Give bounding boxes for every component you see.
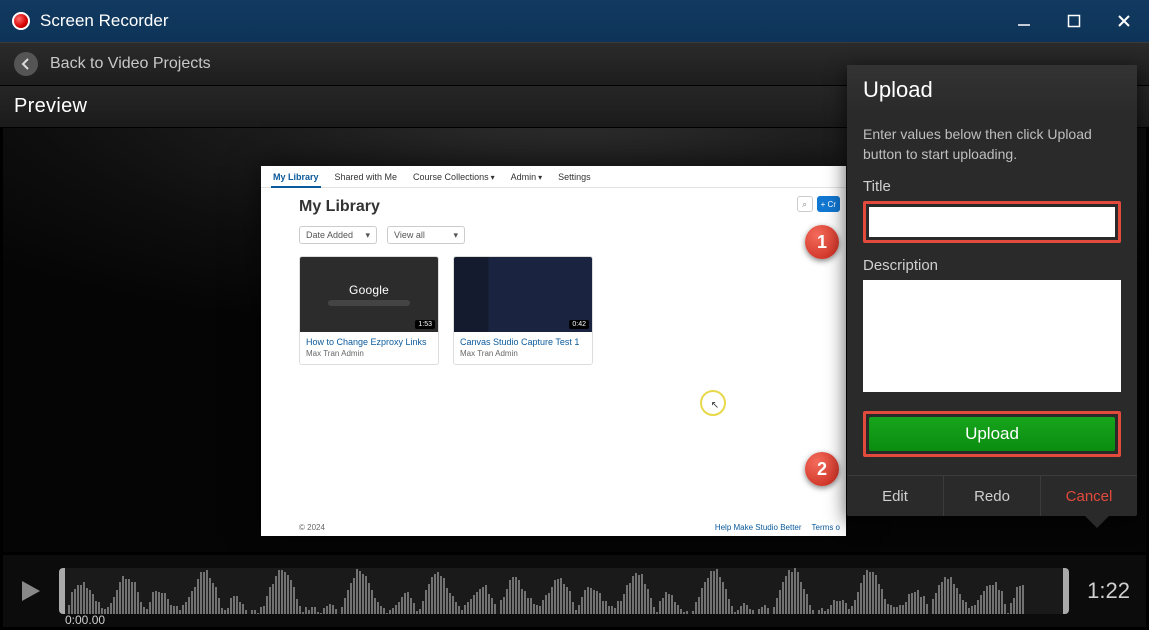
canvas-footer-link: Help Make Studio Better	[715, 523, 802, 532]
step-badge-1: 1	[805, 225, 839, 259]
upload-button-highlight: Upload	[863, 411, 1121, 457]
canvas-copyright: © 2024	[299, 523, 325, 532]
title-label: Title	[863, 178, 1121, 195]
video-author: Max Tran Admin	[454, 349, 592, 364]
video-card: 0:42 Canvas Studio Capture Test 1 Max Tr…	[453, 256, 593, 365]
upload-help-text: Enter values below then click Upload but…	[863, 125, 1121, 164]
video-thumbnail: 0:42	[454, 257, 592, 332]
duration-badge: 1:53	[415, 320, 435, 329]
app-title: Screen Recorder	[40, 11, 169, 31]
duration-badge: 0:42	[569, 320, 589, 329]
view-select: View all▾	[387, 226, 465, 244]
create-button: + Cr	[817, 196, 840, 212]
description-label: Description	[863, 257, 1121, 274]
redo-button[interactable]: Redo	[943, 476, 1040, 516]
upload-heading: Upload	[847, 65, 1137, 115]
cancel-button[interactable]: Cancel	[1040, 476, 1137, 516]
preview-heading: Preview	[14, 95, 87, 118]
playhead-time: 0:00.00	[65, 613, 105, 627]
video-title: How to Change Ezproxy Links	[300, 332, 438, 349]
window-maximize-button[interactable]	[1049, 0, 1099, 42]
video-thumbnail: Google 1:53	[300, 257, 438, 332]
record-icon	[12, 12, 30, 30]
window-close-button[interactable]	[1099, 0, 1149, 42]
play-button[interactable]	[13, 574, 47, 608]
chevron-down-icon: ▾	[453, 230, 458, 241]
canvas-nav-shared: Shared with Me	[335, 172, 398, 182]
titlebar: Screen Recorder	[0, 0, 1149, 42]
panel-pointer-icon	[1083, 514, 1111, 528]
edit-button[interactable]: Edit	[847, 476, 943, 516]
video-title: Canvas Studio Capture Test 1	[454, 332, 592, 349]
upload-panel: Upload Enter values below then click Upl…	[847, 65, 1137, 516]
recording-preview: My Library Shared with Me Course Collect…	[261, 166, 846, 536]
video-card: Google 1:53 How to Change Ezproxy Links …	[299, 256, 439, 365]
search-icon: ⌕	[797, 196, 813, 212]
title-highlight	[863, 201, 1121, 243]
canvas-nav-my-library: My Library	[273, 172, 319, 182]
upload-button[interactable]: Upload	[869, 417, 1115, 451]
total-duration: 1:22	[1087, 578, 1130, 604]
canvas-nav-admin: Admin▾	[511, 172, 543, 182]
chevron-down-icon: ▾	[365, 230, 370, 241]
canvas-footer-link: Terms o	[812, 523, 840, 532]
sort-select: Date Added▾	[299, 226, 377, 244]
window-minimize-button[interactable]	[999, 0, 1049, 42]
cursor-highlight-icon	[700, 390, 726, 416]
back-button[interactable]	[14, 52, 38, 76]
chevron-down-icon: ▾	[538, 173, 542, 182]
description-input[interactable]	[863, 280, 1121, 392]
title-input[interactable]	[869, 207, 1115, 237]
canvas-page-title: My Library	[299, 198, 808, 216]
canvas-nav-settings: Settings	[558, 172, 591, 182]
step-badge-2: 2	[805, 452, 839, 486]
player-bar: 1:22 0:00.00	[3, 555, 1146, 627]
timeline[interactable]	[59, 568, 1069, 614]
video-author: Max Tran Admin	[300, 349, 438, 364]
canvas-nav-collections: Course Collections▾	[413, 172, 495, 182]
back-label[interactable]: Back to Video Projects	[50, 55, 211, 73]
chevron-down-icon: ▾	[491, 173, 495, 182]
